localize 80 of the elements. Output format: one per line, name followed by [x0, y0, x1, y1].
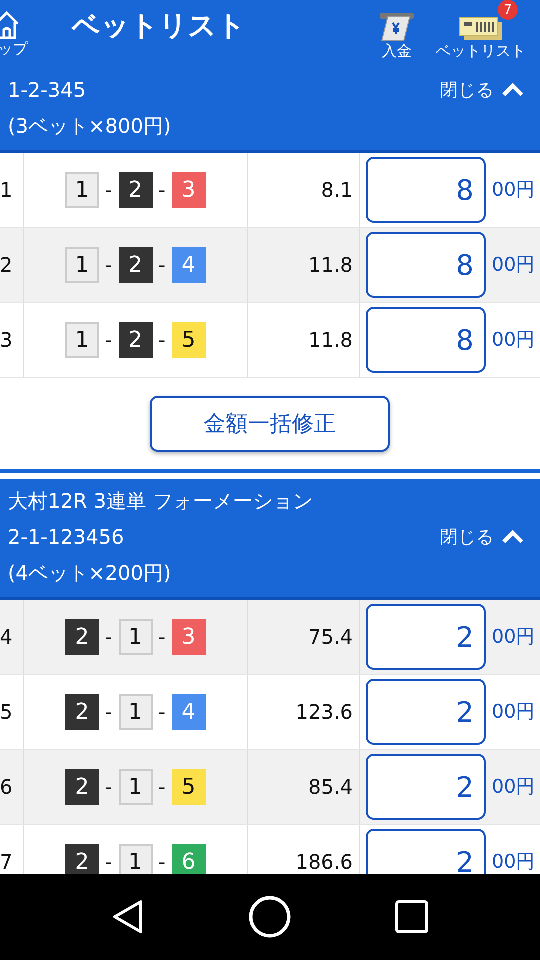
recents-icon[interactable] — [394, 900, 429, 934]
boat-number: 2 — [65, 619, 100, 655]
bet-group-title: (3ベット×800円) — [8, 113, 172, 140]
row-number: 1 — [0, 153, 24, 227]
odds-value: 11.8 — [248, 303, 360, 377]
separator-text: - — [105, 178, 112, 202]
boat-number: 6 — [172, 844, 206, 874]
boat-number: 1 — [118, 694, 152, 730]
separator-text: - — [158, 178, 166, 202]
deposit-button[interactable]: 入金 — [376, 0, 418, 68]
close-toggle[interactable]: 閉じる — [440, 78, 532, 102]
amount-field[interactable]: 8 — [366, 307, 486, 373]
unit-label: 00円 — [492, 850, 536, 874]
separator-text: - — [105, 775, 112, 799]
boat-number: 1 — [118, 619, 152, 655]
bet-group-title: 1-2-345 — [8, 77, 88, 104]
boat-number: 2 — [118, 247, 152, 283]
bet-group-title: 大村12R 3連単 フォーメーション — [8, 488, 313, 515]
separator-text: - — [105, 253, 112, 277]
separator-text: - — [105, 328, 112, 352]
separator-text: - — [158, 775, 166, 799]
boat-number: 1 — [65, 247, 100, 283]
amount-field[interactable]: 8 — [366, 232, 486, 298]
count-badge: 7 — [498, 0, 518, 20]
separator-text: - — [158, 328, 166, 352]
close-toggle[interactable]: 閉じる — [440, 525, 532, 549]
chevron-up-icon — [502, 83, 524, 97]
boat-number: 1 — [118, 844, 152, 874]
boat-number: 4 — [172, 247, 206, 283]
amount-field[interactable]: 2 — [366, 829, 486, 874]
odds-value: 11.8 — [248, 228, 360, 302]
unit-label: 00円 — [492, 625, 536, 650]
home-icon[interactable] — [248, 895, 292, 939]
boat-number: 1 — [118, 769, 152, 805]
boat-number: 2 — [65, 694, 100, 730]
unit-label: 00円 — [492, 700, 536, 725]
boat-number: 3 — [172, 619, 206, 655]
row-number: 5 — [0, 675, 24, 749]
amount-field[interactable]: 2 — [366, 754, 486, 820]
amount-field[interactable]: 2 — [366, 604, 486, 670]
unit-label: 00円 — [492, 775, 536, 800]
odds-value: 123.6 — [248, 675, 360, 749]
page-title: ベットリスト — [72, 8, 246, 44]
home-icon — [0, 10, 20, 40]
row-number: 2 — [0, 228, 24, 302]
back-icon[interactable] — [111, 899, 146, 935]
separator-text: - — [158, 700, 166, 724]
row-number: 4 — [0, 600, 24, 674]
row-number: 3 — [0, 303, 24, 377]
boat-number: 3 — [172, 172, 206, 208]
separator-text: - — [105, 625, 112, 649]
boat-number: 1 — [65, 322, 100, 358]
odds-value: 75.4 — [248, 600, 360, 674]
boat-number: 2 — [65, 844, 100, 874]
row-number: 6 — [0, 750, 24, 824]
odds-value: 85.4 — [248, 750, 360, 824]
bet-group-title: (4ベット×200円) — [8, 560, 172, 587]
odds-value: 8.1 — [248, 153, 360, 227]
bet-group-title: 2-1-123456 — [8, 524, 126, 551]
boat-number: 1 — [65, 172, 100, 208]
separator-text: - — [158, 850, 166, 874]
boat-number: 5 — [172, 769, 206, 805]
separator-text: - — [105, 850, 112, 874]
unit-label: 00円 — [492, 253, 536, 278]
chevron-up-icon — [502, 530, 524, 544]
home-button[interactable]: ップ — [0, 0, 40, 68]
bet-list-button[interactable]: ベットリスト 7 — [436, 0, 526, 68]
amount-field[interactable]: 2 — [366, 679, 486, 745]
boat-number: 4 — [172, 694, 206, 730]
boat-number: 2 — [118, 172, 152, 208]
separator-text: - — [158, 625, 166, 649]
bulk-edit-button[interactable]: 金額一括修正 — [150, 396, 390, 452]
separator-text: - — [105, 700, 112, 724]
boat-number: 5 — [172, 322, 206, 358]
boat-number: 2 — [65, 769, 100, 805]
amount-field[interactable]: 8 — [366, 157, 486, 223]
unit-label: 00円 — [492, 328, 536, 353]
unit-label: 00円 — [492, 178, 536, 203]
boat-number: 2 — [118, 322, 152, 358]
separator-text: - — [158, 253, 166, 277]
